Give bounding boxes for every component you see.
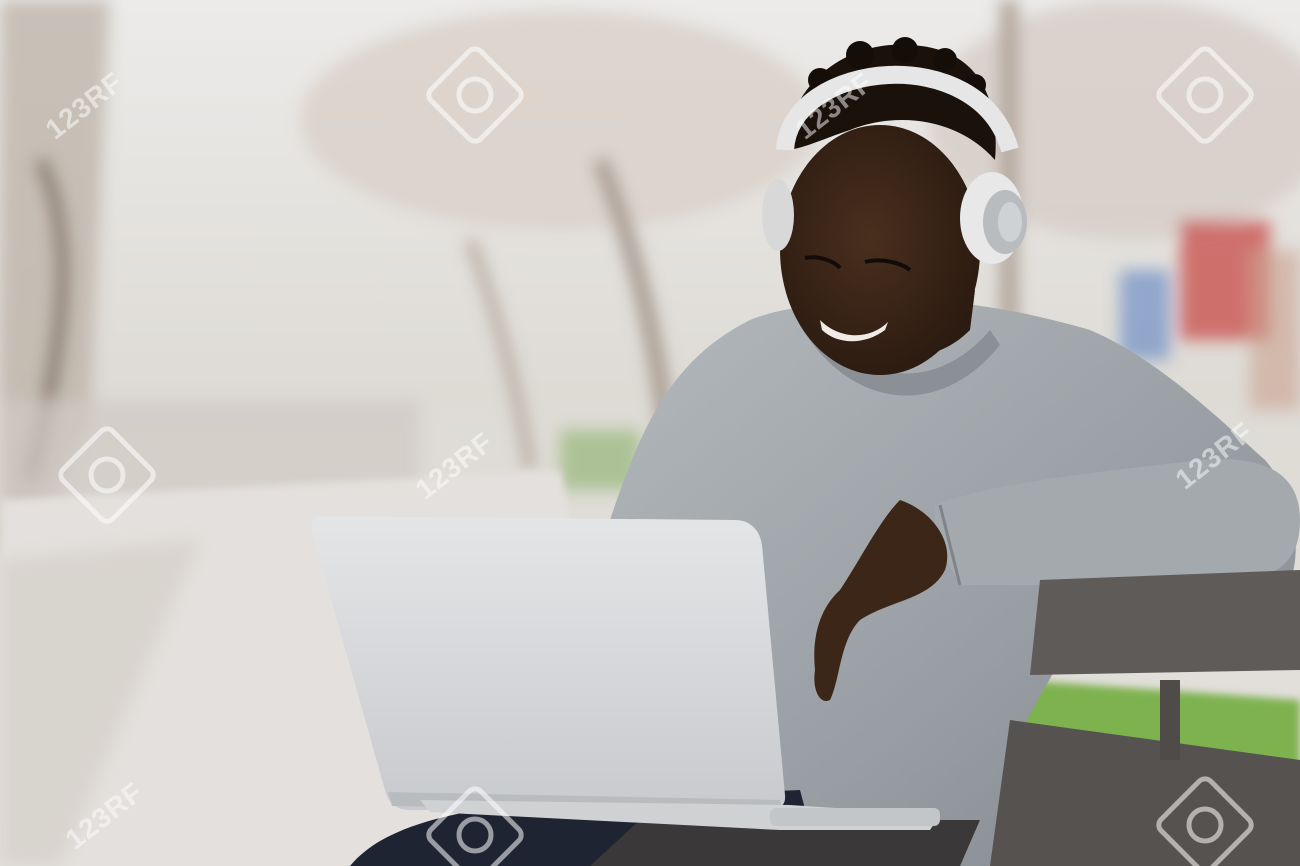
photo-illustration	[0, 0, 1300, 866]
laptop-lid	[311, 516, 786, 810]
headphone-left-cup	[762, 179, 794, 251]
photo-scene: 123RF 123RF 123RF 123RF 123RF	[0, 0, 1300, 866]
face	[780, 125, 980, 375]
